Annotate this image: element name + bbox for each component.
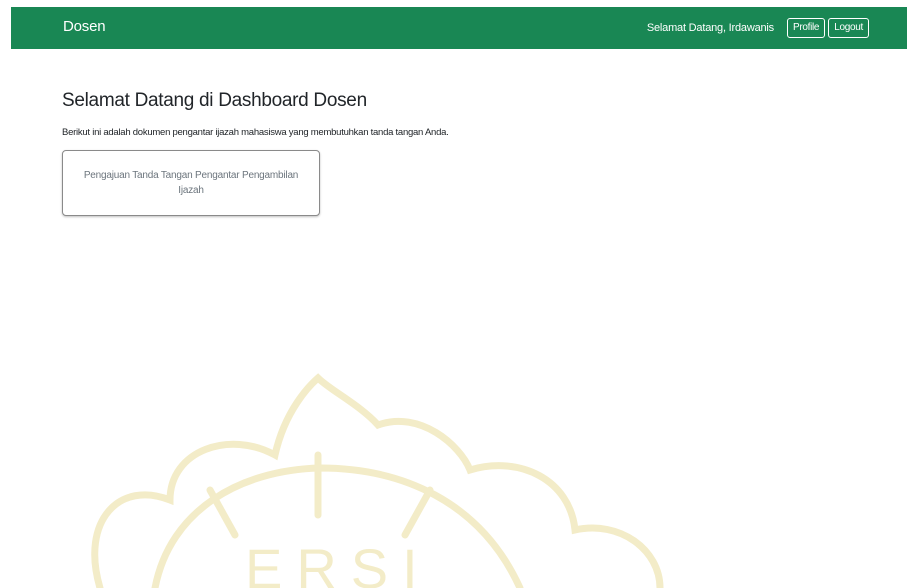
signature-request-card-label: Pengajuan Tanda Tangan Pengantar Pengamb… — [83, 170, 299, 196]
profile-button[interactable]: Profile — [786, 18, 826, 38]
signature-request-card[interactable]: Pengajuan Tanda Tangan Pengantar Pengamb… — [62, 150, 320, 216]
window-top-edge — [0, 0, 907, 7]
navbar-user-area: Selamat Datang, Irdawanis Profile Logout — [647, 14, 869, 42]
watermark-text: ERSI — [245, 537, 432, 588]
welcome-text: Selamat Datang, Irdawanis — [646, 22, 774, 34]
university-logo-watermark: ERSI — [91, 373, 664, 588]
navbar-brand[interactable]: Dosen — [63, 18, 106, 35]
top-navbar: Dosen Selamat Datang, Irdawanis Profile … — [11, 7, 907, 49]
page-description: Berikut ini adalah dokumen pengantar ija… — [62, 127, 449, 138]
page-title: Selamat Datang di Dashboard Dosen — [62, 90, 367, 111]
main-content: Selamat Datang di Dashboard Dosen Beriku… — [62, 90, 862, 216]
logout-button[interactable]: Logout — [828, 18, 869, 38]
